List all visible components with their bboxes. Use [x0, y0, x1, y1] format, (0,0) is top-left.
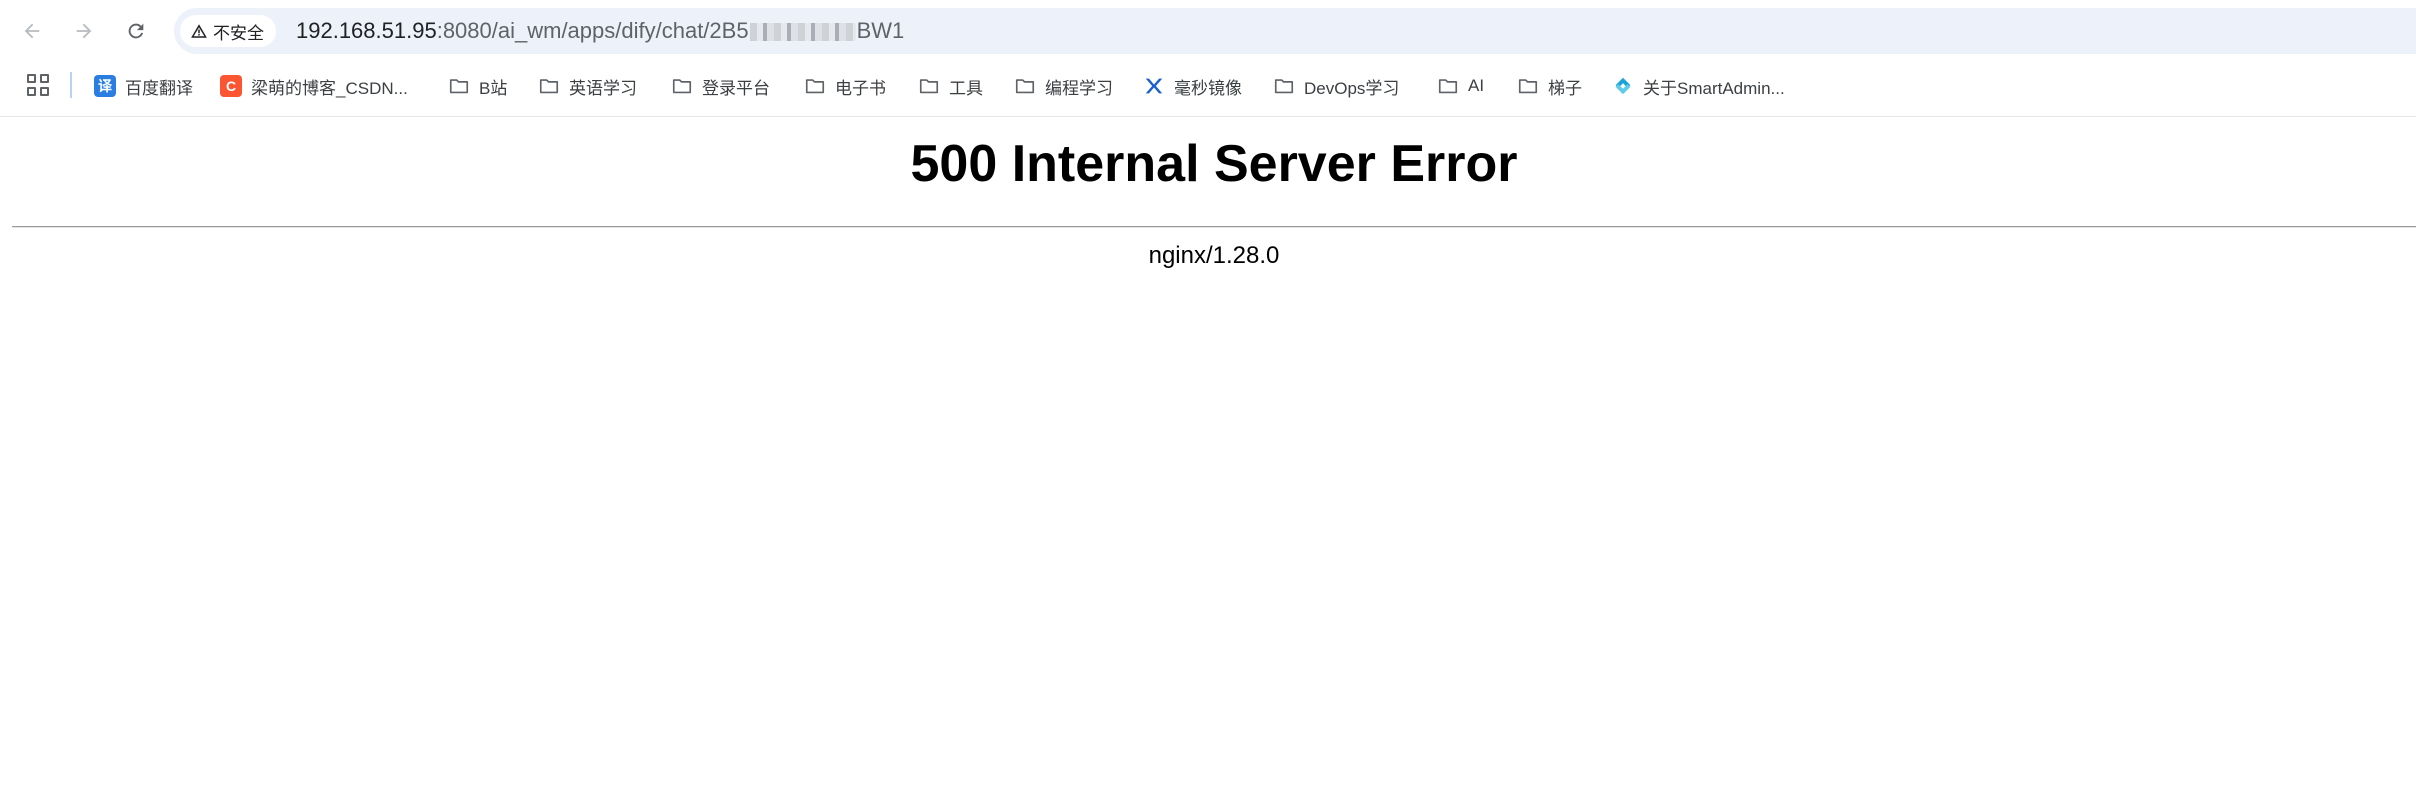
csdn-icon: C	[220, 75, 242, 97]
url-text[interactable]: 192.168.51.95:8080/ai_wm/apps/dify/chat/…	[296, 8, 904, 54]
bookmark-label: 工具	[949, 78, 983, 98]
horizontal-rule	[12, 226, 2416, 228]
bookmark-label: AI	[1468, 76, 1485, 95]
apps-grid-icon[interactable]	[27, 74, 49, 96]
bookmark-label: 电子书	[835, 78, 886, 98]
folder-icon	[1518, 79, 1538, 94]
bookmark-folder[interactable]: 工具	[918, 66, 983, 106]
folder-icon	[805, 79, 825, 94]
folder-icon	[539, 79, 559, 94]
bookmark-label: 百度翻译	[125, 78, 193, 98]
bookmark-label: 关于SmartAdmin...	[1643, 78, 1785, 98]
bookmark-folder[interactable]: 英语学习	[538, 66, 637, 106]
bookmark-folder[interactable]: 梯子	[1517, 66, 1582, 106]
folder-icon	[1274, 79, 1294, 94]
bookmark-folder[interactable]: DevOps学习	[1273, 66, 1399, 106]
bookmark-folder[interactable]: 编程学习	[1014, 66, 1113, 106]
bookmark-label: 英语学习	[569, 78, 637, 98]
forward-arrow-icon	[76, 23, 92, 39]
bookmark-folder[interactable]: 登录平台	[671, 66, 770, 106]
reload-button[interactable]	[118, 13, 154, 49]
smartadmin-icon	[1615, 77, 1631, 95]
folder-icon	[672, 79, 692, 94]
url-host: 192.168.51.95	[296, 18, 437, 43]
url-path-suffix: BW1	[856, 18, 905, 43]
bookmark-item[interactable]: 毫秒镜像	[1143, 66, 1242, 106]
page-content: 500 Internal Server Error nginx/1.28.0	[0, 117, 2416, 795]
bookmark-label: 梯子	[1548, 78, 1582, 98]
folder-icon	[449, 79, 469, 94]
millisecond-mirror-icon	[1145, 78, 1163, 94]
folder-icon	[1015, 79, 1035, 94]
baidu-translate-icon: 译	[94, 75, 116, 97]
bookmark-item[interactable]: C 梁萌的博客_CSDN...	[220, 66, 408, 106]
bookmark-label: 毫秒镜像	[1174, 78, 1242, 98]
bookmark-item[interactable]: 译 百度翻译	[94, 66, 193, 106]
navigation-bar: 不安全 192.168.51.95:8080/ai_wm/apps/dify/c…	[0, 0, 2416, 62]
url-path-prefix: :8080/ai_wm/apps/dify/chat/2B5	[436, 18, 749, 43]
bookmark-label: 编程学习	[1045, 78, 1113, 98]
bookmark-folder[interactable]: B站	[448, 66, 507, 106]
bookmarks-divider	[70, 72, 72, 98]
url-redacted-segment	[749, 23, 856, 42]
folder-icon	[1438, 79, 1458, 94]
folder-icon	[919, 79, 939, 94]
bookmark-label: DevOps学习	[1304, 78, 1400, 98]
bookmark-item[interactable]: 关于SmartAdmin...	[1612, 66, 1785, 106]
error-title: 500 Internal Server Error	[910, 135, 1518, 193]
bookmark-label: 登录平台	[702, 78, 770, 98]
bookmarks-bar: 译 百度翻译 C 梁萌的博客_CSDN... B站 英语学习 登录平台 电子书 …	[0, 66, 2416, 106]
back-arrow-icon	[24, 23, 40, 39]
bookmark-folder[interactable]: AI	[1437, 66, 1484, 106]
back-button[interactable]	[14, 13, 50, 49]
reload-icon	[128, 23, 144, 39]
bookmark-folder[interactable]: 电子书	[804, 66, 886, 106]
address-bar[interactable]: 不安全 192.168.51.95:8080/ai_wm/apps/dify/c…	[174, 8, 2416, 54]
security-label: 不安全	[213, 23, 264, 43]
warning-triangle-icon	[191, 24, 207, 38]
security-indicator[interactable]: 不安全	[180, 15, 276, 47]
bookmark-label: 梁萌的博客_CSDN...	[251, 78, 408, 98]
server-signature: nginx/1.28.0	[1148, 242, 1280, 269]
browser-chrome: 不安全 192.168.51.95:8080/ai_wm/apps/dify/c…	[0, 0, 2416, 117]
bookmark-label: B站	[479, 78, 508, 98]
forward-button[interactable]	[66, 13, 102, 49]
